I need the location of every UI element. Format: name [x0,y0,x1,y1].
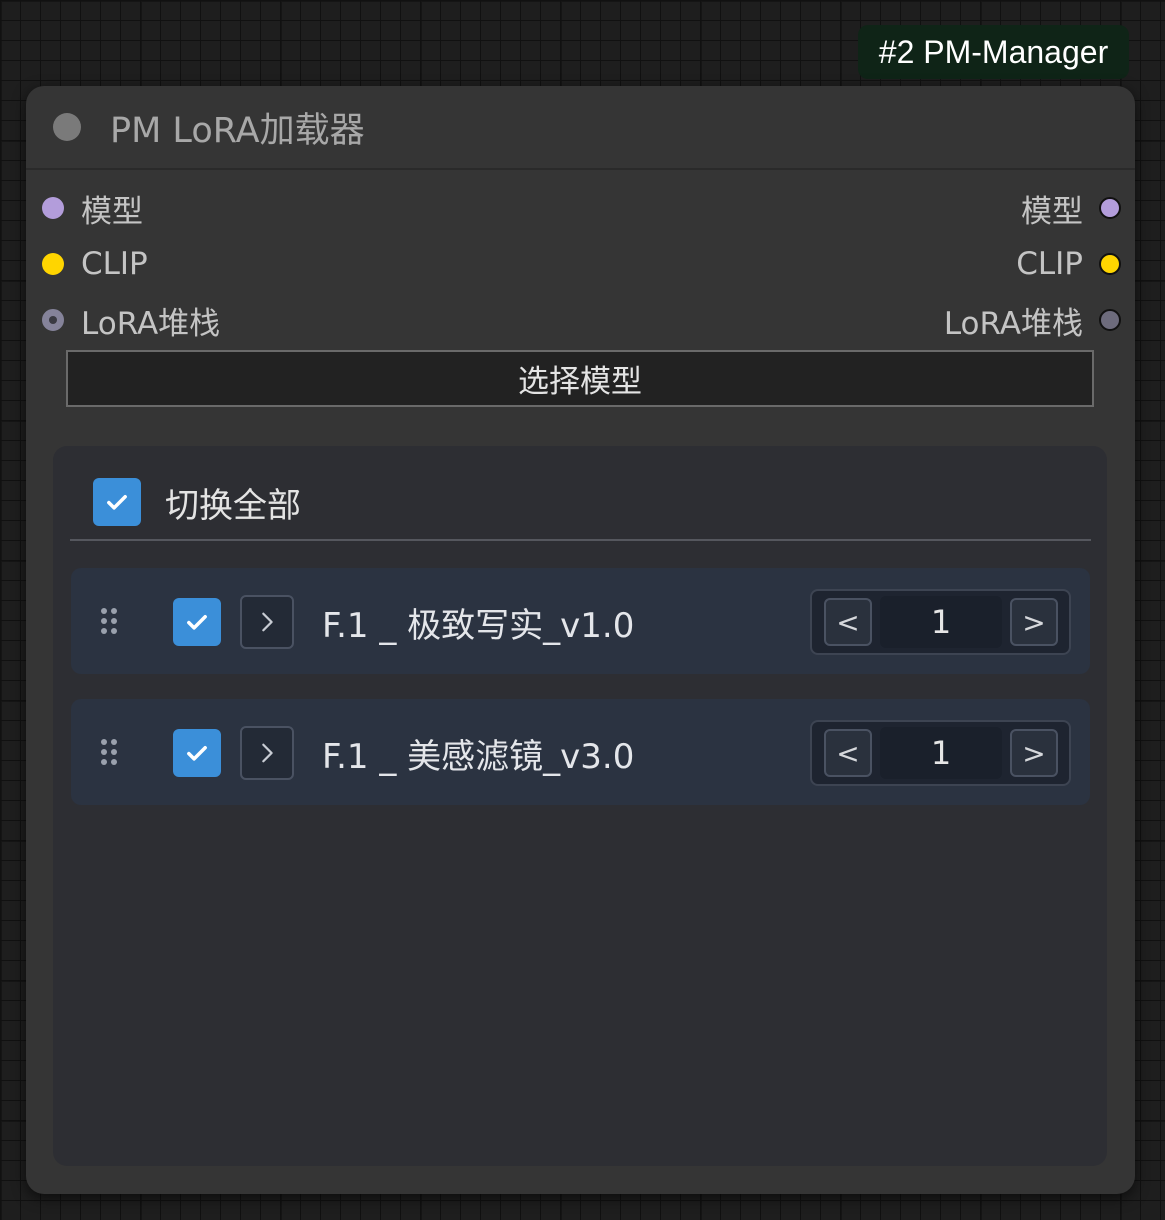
select-model-button[interactable]: 选择模型 [66,350,1094,407]
output-slot-label: CLIP [1016,246,1083,282]
check-icon [107,495,127,510]
drag-handle-icon[interactable] [101,739,121,767]
expand-button[interactable] [240,726,294,780]
increment-button[interactable]: > [1010,729,1058,777]
input-slot-label: LoRA堆栈 [81,305,221,342]
divider [70,539,1091,541]
input-slot-label: CLIP [81,246,148,282]
check-icon [187,615,207,630]
chevron-right-icon [262,612,273,632]
node-id-badge: #2 PM-Manager [858,25,1129,79]
input-slot-model[interactable]: 模型 [42,188,143,230]
node-title-bar[interactable]: PM LoRA加载器 [26,86,1135,170]
strength-value[interactable]: 1 [880,727,1002,779]
output-lora-stack-dot-icon[interactable] [1099,309,1121,331]
check-icon [187,746,207,761]
input-lora-stack-dot-icon[interactable] [42,309,64,331]
output-slot-label: 模型 [1021,193,1083,230]
output-clip-dot-icon[interactable] [1099,253,1121,275]
decrement-button[interactable]: < [824,598,872,646]
increment-button[interactable]: > [1010,598,1058,646]
toggle-all-row[interactable]: 切换全部 [93,476,301,528]
input-slot-lora-stack[interactable]: LoRA堆栈 [42,300,221,342]
output-slot-model[interactable]: 模型 [1021,188,1121,230]
chevron-right-icon [262,743,273,763]
strength-stepper: < 1 > [810,720,1071,786]
strength-value[interactable]: 1 [880,596,1002,648]
input-model-dot-icon[interactable] [42,197,64,219]
input-clip-dot-icon[interactable] [42,253,64,275]
lora-enable-checkbox[interactable] [173,598,221,646]
lora-name: F.1 _ 美感滤镜_v3.0 [322,737,635,777]
input-slot-clip[interactable]: CLIP [42,244,148,284]
output-model-dot-icon[interactable] [1099,197,1121,219]
lora-item: F.1 _ 美感滤镜_v3.0 < 1 > [71,699,1090,805]
output-slot-lora-stack[interactable]: LoRA堆栈 [943,300,1121,342]
lora-name: F.1 _ 极致写实_v1.0 [322,606,635,646]
collapse-dot-icon[interactable] [53,113,81,141]
expand-button[interactable] [240,595,294,649]
toggle-all-checkbox[interactable] [93,478,141,526]
lora-item: F.1 _ 极致写实_v1.0 < 1 > [71,568,1090,674]
lora-enable-checkbox[interactable] [173,729,221,777]
decrement-button[interactable]: < [824,729,872,777]
strength-stepper: < 1 > [810,589,1071,655]
toggle-all-label: 切换全部 [165,485,301,526]
lora-list-panel: 切换全部 F.1 _ 极致写实_v1.0 < 1 > F.1 _ 美感滤镜_v3… [53,446,1107,1166]
node-title: PM LoRA加载器 [110,111,365,151]
input-slot-label: 模型 [81,193,143,230]
drag-handle-icon[interactable] [101,608,121,636]
output-slot-clip[interactable]: CLIP [1016,244,1121,284]
lora-loader-node[interactable]: PM LoRA加载器 模型 CLIP LoRA堆栈 模型 CLIP LoRA堆栈… [26,86,1135,1194]
output-slot-label: LoRA堆栈 [943,305,1083,342]
